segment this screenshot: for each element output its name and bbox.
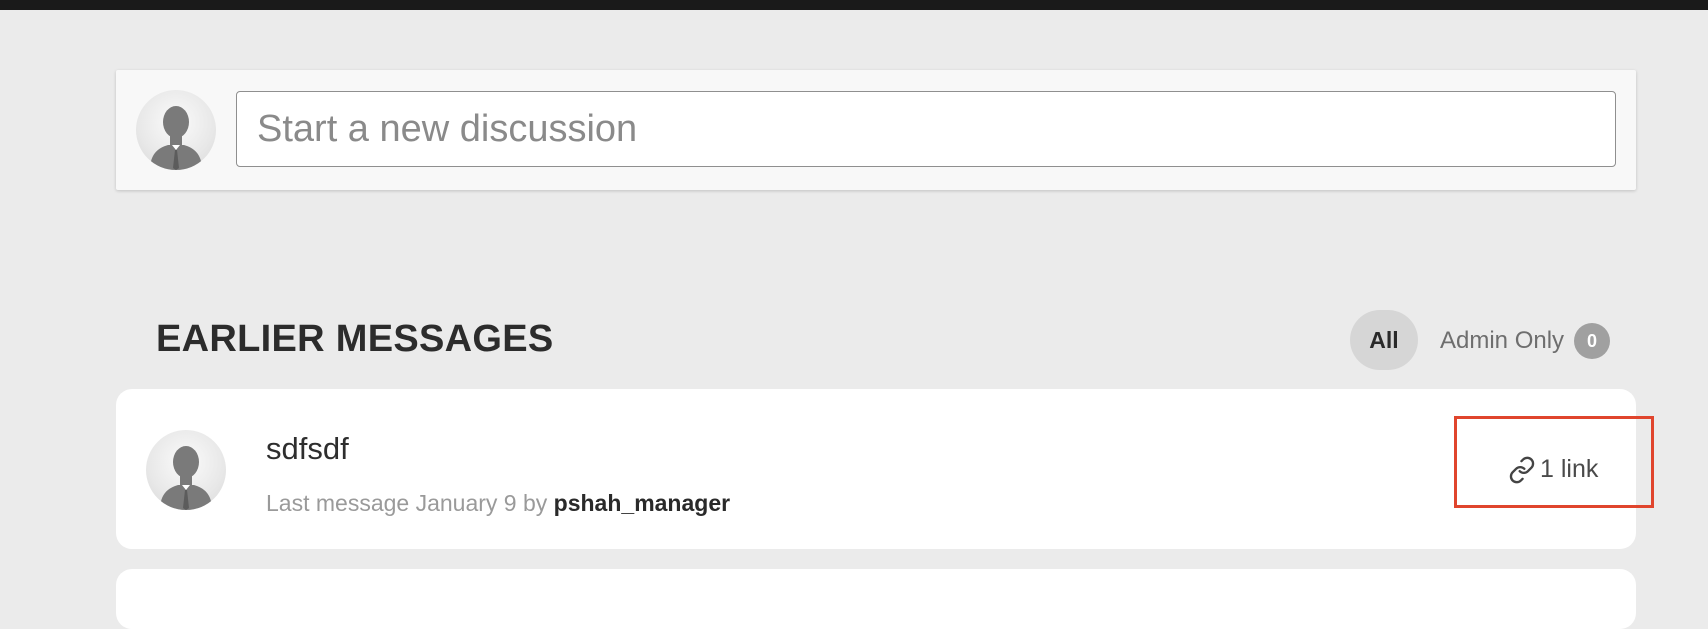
top-bar [0,0,1708,10]
filter-all-button[interactable]: All [1350,310,1418,370]
new-discussion-input[interactable] [236,91,1616,167]
user-avatar-icon [136,90,216,170]
earlier-messages-heading: EARLIER MESSAGES [156,318,554,360]
link-count-label: 1 link [1540,455,1599,483]
filter-admin-only-button[interactable]: Admin Only 0 [1440,318,1611,364]
new-discussion-composer [116,70,1636,190]
admin-only-count-badge: 0 [1574,323,1611,359]
message-meta-prefix: Last message January 9 by [266,490,548,516]
message-card[interactable]: sdfsdf Last message January 9 by pshah_m… [116,389,1636,549]
message-title[interactable]: sdfsdf [266,431,349,467]
message-author-name[interactable]: pshah_manager [554,490,730,516]
message-card[interactable] [116,569,1636,629]
message-meta: Last message January 9 by pshah_manager [266,489,730,517]
message-author-avatar-icon [146,430,226,510]
message-link-count[interactable]: 1 link [1508,455,1598,484]
link-chain-icon [1509,456,1535,483]
filter-admin-only-label: Admin Only [1440,327,1565,354]
